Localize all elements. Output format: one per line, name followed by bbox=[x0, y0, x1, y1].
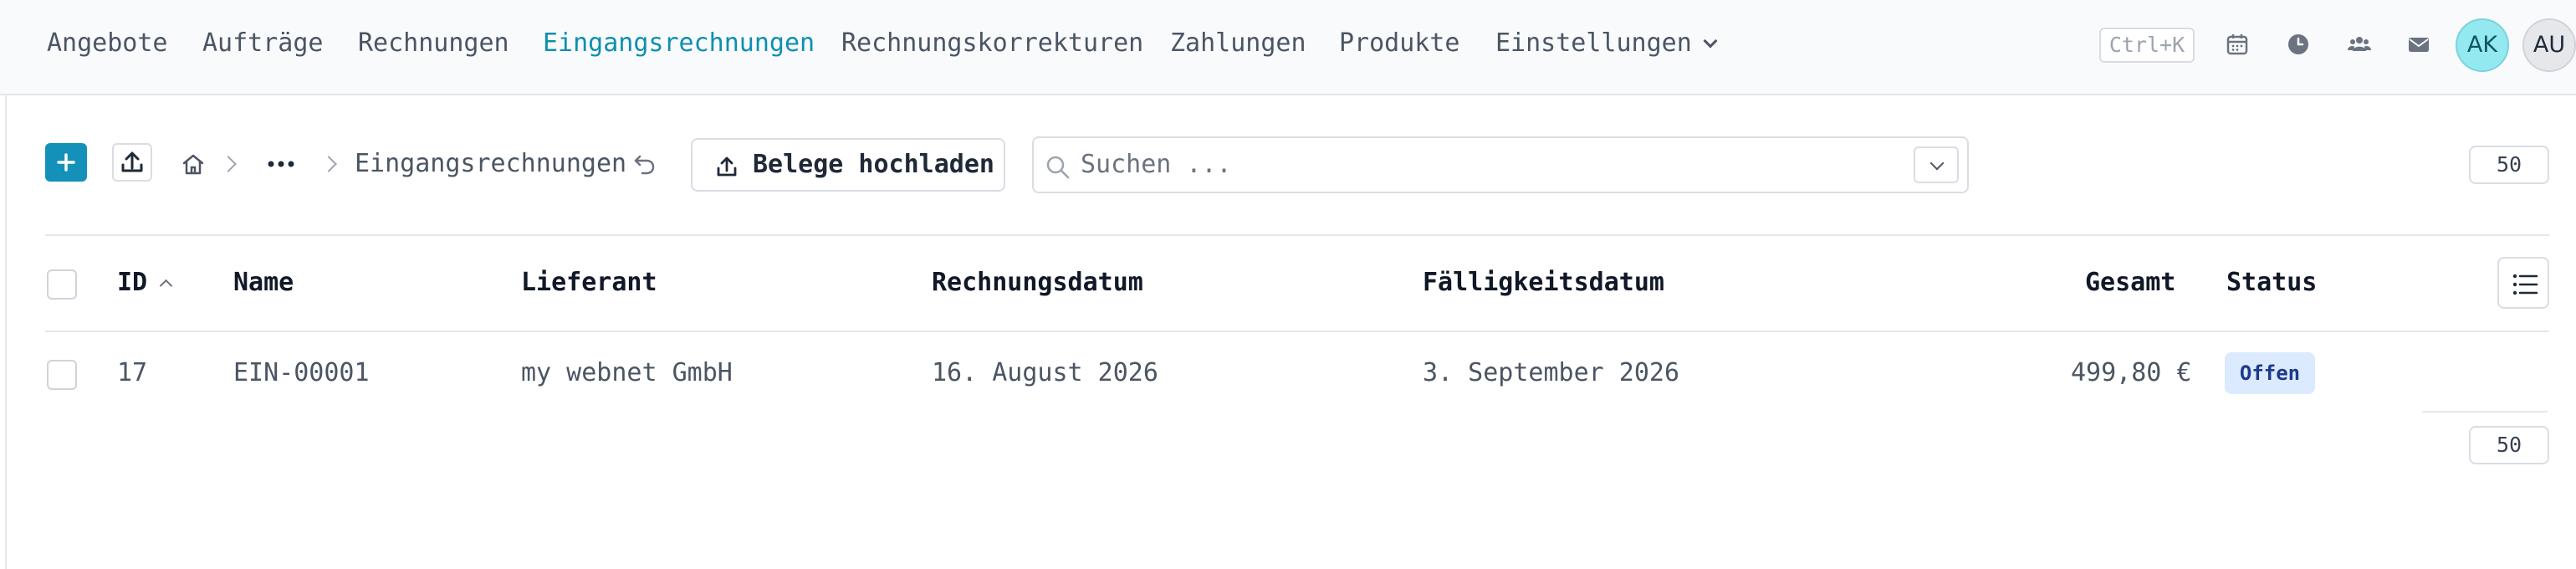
command-palette-shortcut[interactable]: Ctrl+K bbox=[2099, 28, 2195, 63]
ellipsis-icon[interactable] bbox=[266, 154, 296, 174]
nav-item-rechnungen[interactable]: Rechnungen bbox=[358, 25, 509, 62]
column-header-rechnungsdatum[interactable]: Rechnungsdatum bbox=[932, 266, 1143, 300]
cell-gesamt: 499,80 € bbox=[2071, 358, 2192, 387]
cell-faelligkeitsdatum: 3. September 2026 bbox=[1423, 358, 1680, 387]
breadcrumb-separator bbox=[320, 156, 337, 172]
chevron-down-icon bbox=[1703, 33, 1718, 49]
upload-icon bbox=[717, 156, 737, 177]
cell-lieferant: my webnet GmbH bbox=[521, 358, 733, 387]
cell-id: 17 bbox=[117, 358, 148, 387]
upload-icon bbox=[121, 151, 143, 172]
page-size-select[interactable]: 50 bbox=[2469, 146, 2549, 184]
clock-icon[interactable] bbox=[2286, 32, 2311, 57]
chevron-down-icon bbox=[1929, 156, 1945, 171]
nav-item-produkte[interactable]: Produkte bbox=[1339, 25, 1460, 62]
column-header-faelligkeitsdatum[interactable]: Fälligkeitsdatum bbox=[1423, 266, 1664, 300]
nav-item-rechnungskorrekturen[interactable]: Rechnungskorrekturen bbox=[841, 25, 1143, 62]
list-icon bbox=[2512, 274, 2538, 295]
search-input[interactable]: Suchen ... bbox=[1081, 138, 1232, 192]
search-icon bbox=[1046, 156, 1070, 179]
column-header-name[interactable]: Name bbox=[233, 266, 294, 300]
column-header-lieferant[interactable]: Lieferant bbox=[521, 266, 657, 300]
upload-documents-button[interactable]: Belege hochladen bbox=[691, 138, 1005, 192]
nav-item-eingangsrechnungen[interactable]: Eingangsrechnungen bbox=[543, 25, 815, 62]
top-navigation: Angebote Aufträge Rechnungen Eingangsrec… bbox=[0, 0, 2576, 95]
upload-documents-label: Belege hochladen bbox=[753, 150, 994, 179]
search-filter-dropdown[interactable] bbox=[1914, 146, 1959, 183]
undo-icon[interactable] bbox=[632, 151, 657, 177]
content-left-border bbox=[5, 95, 7, 569]
home-icon[interactable] bbox=[181, 151, 206, 177]
upload-button[interactable] bbox=[112, 143, 152, 182]
nav-item-auftraege[interactable]: Aufträge bbox=[202, 25, 324, 62]
nav-item-einstellungen-label: Einstellungen bbox=[1495, 28, 1692, 58]
cell-name[interactable]: EIN-00001 bbox=[233, 356, 370, 390]
breadcrumb-separator bbox=[220, 156, 237, 172]
status-badge: Offen bbox=[2225, 352, 2315, 394]
column-header-id[interactable]: ID bbox=[117, 266, 147, 300]
page-size-select-bottom[interactable]: 50 bbox=[2469, 426, 2549, 464]
column-header-gesamt[interactable]: Gesamt bbox=[2085, 266, 2175, 300]
row-checkbox[interactable] bbox=[47, 360, 77, 390]
add-button[interactable] bbox=[45, 143, 87, 182]
calendar-icon[interactable] bbox=[2225, 32, 2250, 57]
avatar[interactable]: AK bbox=[2456, 18, 2509, 72]
table-row-border bbox=[2422, 411, 2548, 413]
table-top-border bbox=[45, 234, 2549, 236]
plus-icon bbox=[57, 153, 75, 172]
nav-item-einstellungen[interactable]: Einstellungen bbox=[1495, 25, 1718, 62]
select-all-checkbox[interactable] bbox=[47, 269, 77, 300]
cell-rechnungsdatum: 16. August 2026 bbox=[932, 358, 1158, 387]
mail-icon[interactable] bbox=[2406, 32, 2431, 57]
column-header-status[interactable]: Status bbox=[2226, 266, 2317, 300]
search-field[interactable]: Suchen ... bbox=[1032, 136, 1969, 193]
nav-item-zahlungen[interactable]: Zahlungen bbox=[1170, 25, 1306, 62]
table-header-border bbox=[45, 331, 2549, 332]
sort-ascending-icon[interactable] bbox=[159, 279, 173, 293]
nav-item-angebote[interactable]: Angebote bbox=[47, 25, 168, 62]
users-icon[interactable] bbox=[2347, 32, 2372, 57]
breadcrumb-current: Eingangsrechnungen bbox=[355, 149, 627, 178]
avatar-user[interactable]: AU bbox=[2522, 18, 2576, 72]
column-settings-button[interactable] bbox=[2497, 257, 2549, 309]
